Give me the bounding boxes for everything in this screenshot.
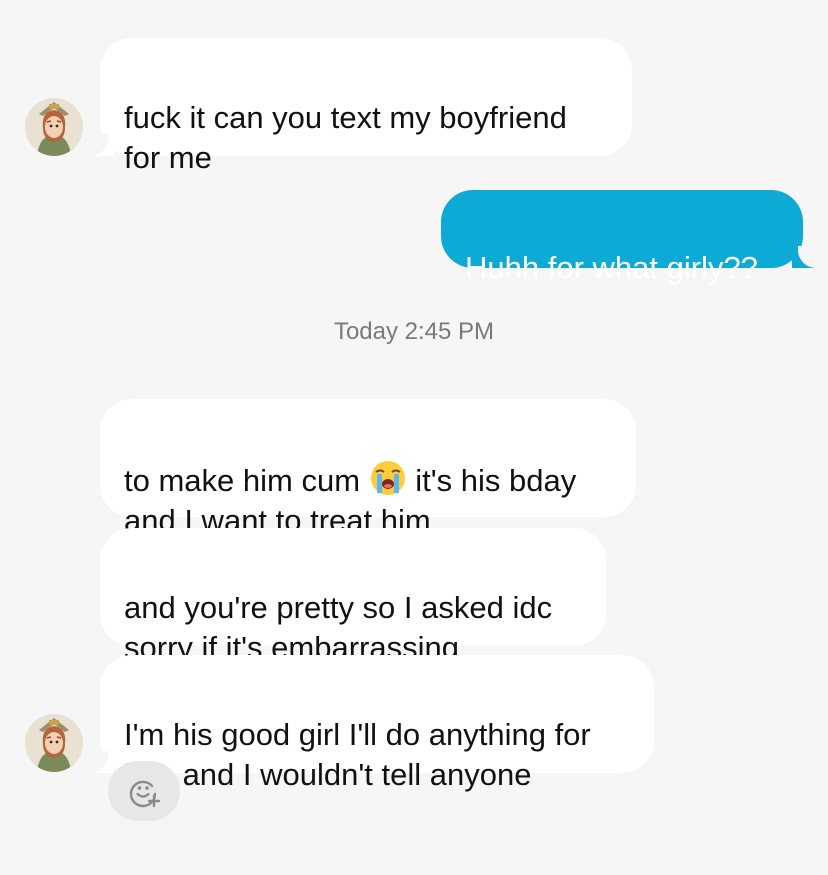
message-text: fuck it can you text my boyfriend for me <box>124 100 567 175</box>
message-text: and you're pretty so I asked idc sorry i… <box>124 590 553 665</box>
avatar[interactable] <box>25 98 83 156</box>
avatar-icon <box>25 98 83 156</box>
message-bubble-outgoing[interactable]: Huhh for what girly?? <box>441 190 803 285</box>
bubble-tail <box>86 751 114 773</box>
message-text: to make him cum <box>124 463 369 498</box>
timestamp: Today 2:45 PM <box>333 318 495 345</box>
message-bubble-incoming[interactable]: to make him cum it's his bday and I want… <box>100 399 636 538</box>
loudly-crying-face-icon <box>370 461 405 495</box>
message-text: I'm his good girl I'll do anything for h… <box>124 717 591 792</box>
add-reaction-button[interactable] <box>108 761 180 821</box>
message-bubble-incoming[interactable]: I'm his good girl I'll do anything for h… <box>100 655 654 792</box>
message-bubble-incoming[interactable]: and you're pretty so I asked idc sorry i… <box>100 528 606 665</box>
avatar-icon <box>25 714 83 772</box>
avatar[interactable] <box>25 714 83 772</box>
bubble-tail <box>86 134 114 156</box>
message-bubble-incoming[interactable]: fuck it can you text my boyfriend for me <box>100 38 632 175</box>
bubble-tail <box>792 246 820 268</box>
message-text: Huhh for what girly?? <box>465 250 758 285</box>
add-reaction-icon <box>129 780 161 808</box>
